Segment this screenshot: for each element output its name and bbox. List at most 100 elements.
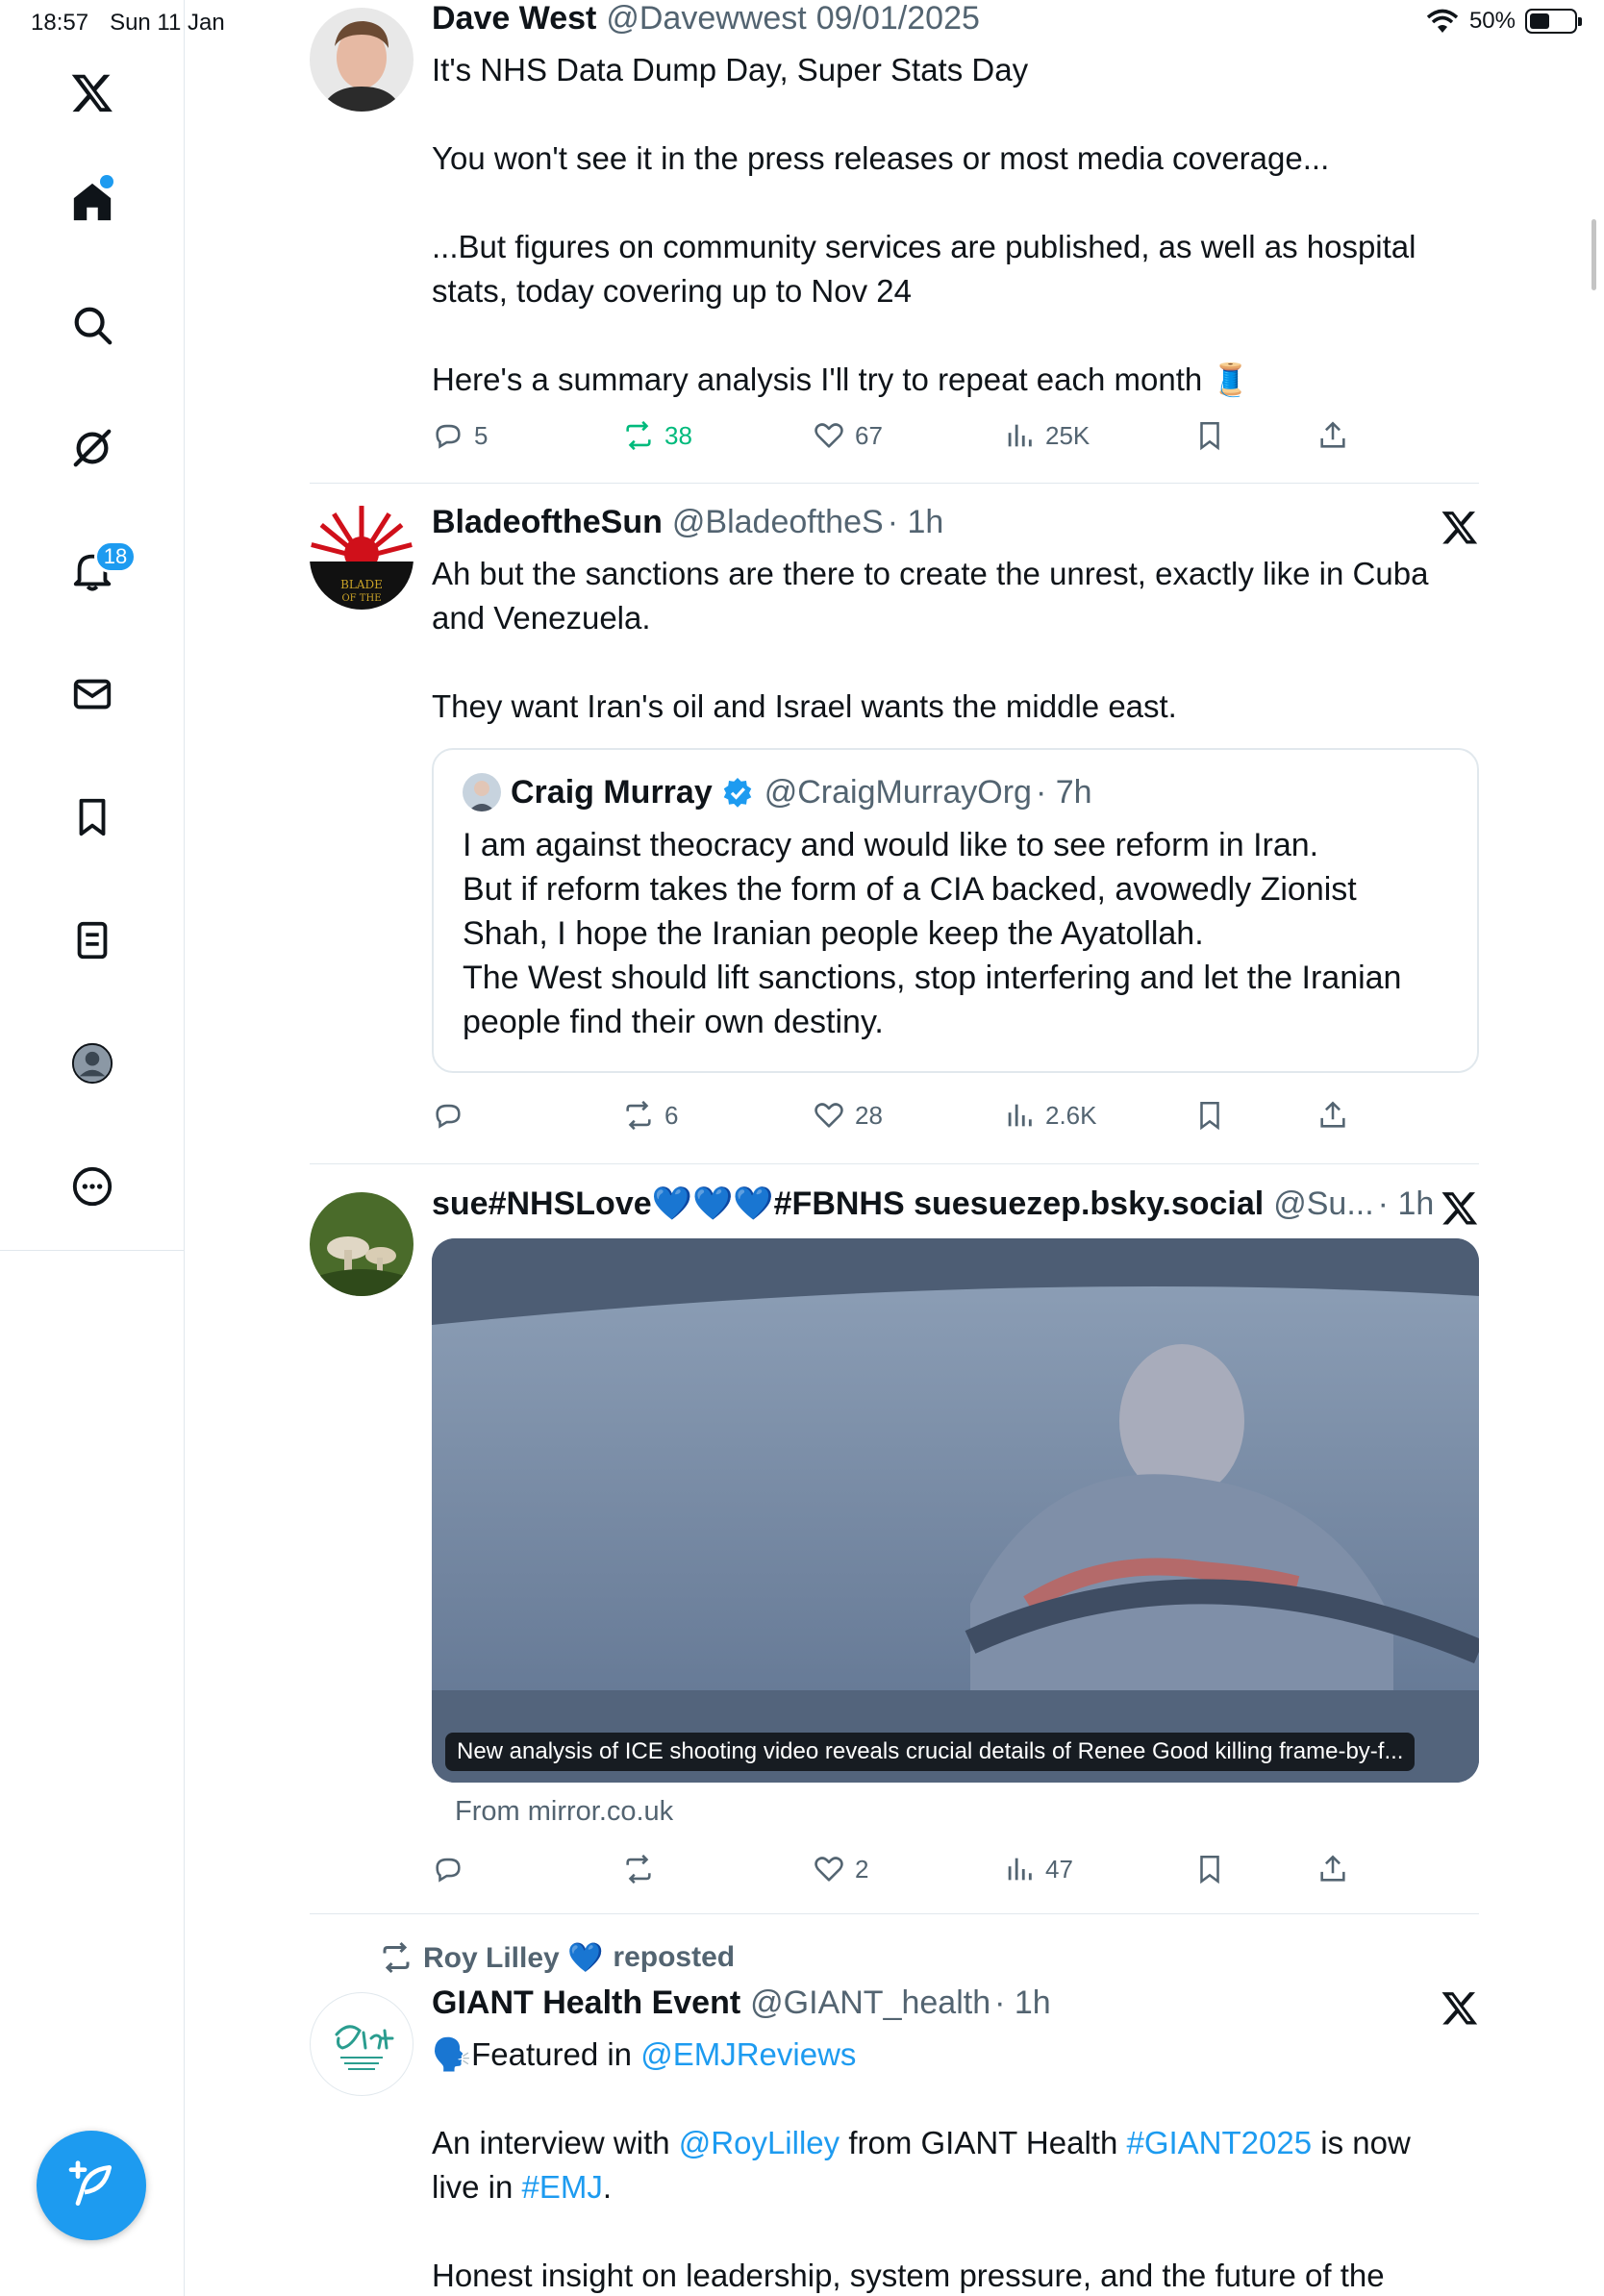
roylilley-link[interactable]: @RoyLilley — [679, 2125, 840, 2160]
reply-icon — [436, 424, 461, 449]
grok-icon[interactable] — [58, 413, 127, 483]
verified-badge-icon — [723, 778, 751, 808]
x-logo-icon[interactable] — [1441, 508, 1479, 546]
avatar-image — [310, 1192, 414, 1296]
post-header: sue#NHSLove💙💙💙#FBNHS suesuezep.bsky.soci… — [432, 1185, 1479, 1229]
post-body: sue#NHSLove💙💙💙#FBNHS suesuezep.bsky.soci… — [432, 1185, 1479, 1229]
post-date[interactable]: 09/01/2025 — [816, 0, 980, 37]
x-logo-icon[interactable] — [1441, 1188, 1479, 1227]
repost-button[interactable]: 38 — [622, 414, 692, 457]
avatar[interactable]: BLADE OF THE — [310, 506, 414, 610]
avatar[interactable] — [310, 1192, 414, 1296]
repost-icon — [626, 1854, 651, 1884]
views-button[interactable]: 47 — [1003, 1848, 1073, 1890]
bookmark-button[interactable] — [1193, 414, 1226, 457]
share-icon — [1320, 1855, 1345, 1882]
views-button[interactable]: 25K — [1003, 414, 1090, 457]
heart-icon — [815, 423, 843, 448]
post-time[interactable]: · 1h — [994, 1984, 1051, 2022]
quote-header: Craig Murray @CraigMurrayOrg · 7h — [463, 773, 1448, 811]
emjreviews-link[interactable]: @EMJReviews — [640, 2036, 856, 2072]
quote-author-handle[interactable]: @CraigMurrayOrg — [764, 774, 1032, 811]
avatar-image: BLADE OF THE — [310, 506, 414, 610]
reply-button[interactable] — [432, 1094, 474, 1136]
compose-post-button[interactable] — [37, 2131, 146, 2240]
reply-icon — [436, 1858, 461, 1883]
post-time[interactable]: · 1h — [1378, 1185, 1435, 1223]
repost-button[interactable] — [622, 1848, 664, 1890]
search-icon[interactable] — [58, 290, 127, 360]
author-handle[interactable]: @GIANT_health — [750, 1984, 990, 2022]
post-actions: 6 28 2.6K — [432, 1094, 1355, 1136]
like-button[interactable]: 2 — [813, 1848, 868, 1890]
post-time[interactable]: · 1h — [888, 504, 944, 541]
lists-icon[interactable] — [58, 906, 127, 975]
quote-text: I am against theocracy and would like to… — [463, 827, 1402, 1040]
like-button[interactable]: 28 — [813, 1094, 883, 1136]
x-logo-icon[interactable] — [58, 58, 127, 127]
bookmark-button[interactable] — [1193, 1848, 1226, 1890]
avatar-image — [310, 8, 414, 112]
author-handle[interactable]: @Davewwest — [606, 0, 806, 37]
like-button[interactable]: 67 — [813, 414, 883, 457]
post-body: GIANT Health Event @GIANT_health · 1h 🗣️… — [432, 1984, 1479, 2296]
svg-text:OF THE: OF THE — [341, 593, 381, 604]
bookmark-icon — [1200, 421, 1219, 451]
avatar[interactable] — [310, 8, 414, 112]
home-icon[interactable] — [58, 167, 127, 237]
post-body: BladeoftheSun @BladeoftheS · 1h Ah but t… — [432, 504, 1479, 729]
post-text: Ah but the sanctions are there to create… — [432, 556, 1429, 724]
repost-button[interactable]: 6 — [622, 1094, 678, 1136]
repost-icon — [383, 1941, 410, 1974]
quoted-post[interactable]: Craig Murray @CraigMurrayOrg · 7h I am a… — [432, 748, 1479, 1073]
envelope-icon-svg — [73, 679, 112, 710]
views-button[interactable]: 2.6K — [1003, 1094, 1097, 1136]
share-button[interactable] — [1316, 414, 1349, 457]
sidebar-divider — [0, 1250, 185, 1251]
notifications-bell-icon[interactable]: 18 — [58, 537, 137, 606]
quote-author-name[interactable]: Craig Murray — [511, 774, 713, 811]
post-text: It's NHS Data Dump Day, Super Stats Day … — [432, 52, 1416, 397]
quote-avatar-image — [463, 773, 501, 811]
interview-text: An interview with — [432, 2125, 679, 2160]
reposted-by[interactable]: Roy Lilley 💙 — [423, 1941, 603, 1975]
post-header: BladeoftheSun @BladeoftheS · 1h — [432, 504, 1479, 548]
reply-button[interactable] — [432, 1848, 474, 1890]
video-media[interactable]: New analysis of ICE shooting video revea… — [432, 1238, 1479, 1783]
bookmark-icon-svg — [79, 798, 106, 836]
author-name[interactable]: sue#NHSLove💙💙💙#FBNHS suesuezep.bsky.soci… — [432, 1185, 1264, 1223]
share-button[interactable] — [1316, 1848, 1349, 1890]
profile-avatar-icon[interactable] — [58, 1029, 127, 1098]
author-name[interactable]: BladeoftheSun — [432, 504, 663, 541]
honest-insight-text: Honest insight on leadership, system pre… — [432, 2258, 1385, 2293]
messages-envelope-icon[interactable] — [58, 660, 127, 729]
featured-in-text: 🗣️Featured in — [432, 2036, 641, 2072]
grok-icon-svg — [73, 429, 112, 467]
giant2025-hashtag[interactable]: #GIANT2025 — [1126, 2125, 1312, 2160]
share-icon — [1320, 1101, 1345, 1128]
x-logo-icon[interactable] — [1441, 1988, 1479, 2027]
author-handle[interactable]: @BladeoftheS — [672, 504, 884, 541]
link-source[interactable]: From mirror.co.uk — [455, 1796, 673, 1828]
more-options-icon[interactable] — [58, 1152, 127, 1221]
avatar[interactable] — [310, 1992, 414, 2096]
post-body: Dave West @Davewwest 09/01/2025 It's NHS… — [432, 0, 1479, 402]
post-header: GIANT Health Event @GIANT_health · 1h — [432, 1984, 1479, 2029]
emj-hashtag[interactable]: #EMJ — [522, 2169, 603, 2205]
view-count: 47 — [1045, 1854, 1073, 1884]
author-name[interactable]: Dave West — [432, 0, 596, 37]
battery-icon — [1525, 9, 1582, 34]
reply-button[interactable]: 5 — [432, 414, 488, 457]
bookmarks-icon[interactable] — [58, 783, 127, 852]
is-now-text: is now — [1312, 2125, 1411, 2160]
like-count: 28 — [855, 1100, 883, 1130]
reposted-label: reposted — [613, 1941, 736, 1973]
post-separator — [310, 483, 1479, 484]
author-name[interactable]: GIANT Health Event — [432, 1984, 740, 2022]
bookmark-button[interactable] — [1193, 1094, 1226, 1136]
scroll-indicator[interactable] — [1591, 219, 1596, 290]
share-button[interactable] — [1316, 1094, 1349, 1136]
repost-indicator: Roy Lilley 💙 reposted — [379, 1940, 735, 1975]
author-handle[interactable]: @Su... — [1273, 1185, 1373, 1223]
views-chart-icon — [1008, 1104, 1032, 1127]
